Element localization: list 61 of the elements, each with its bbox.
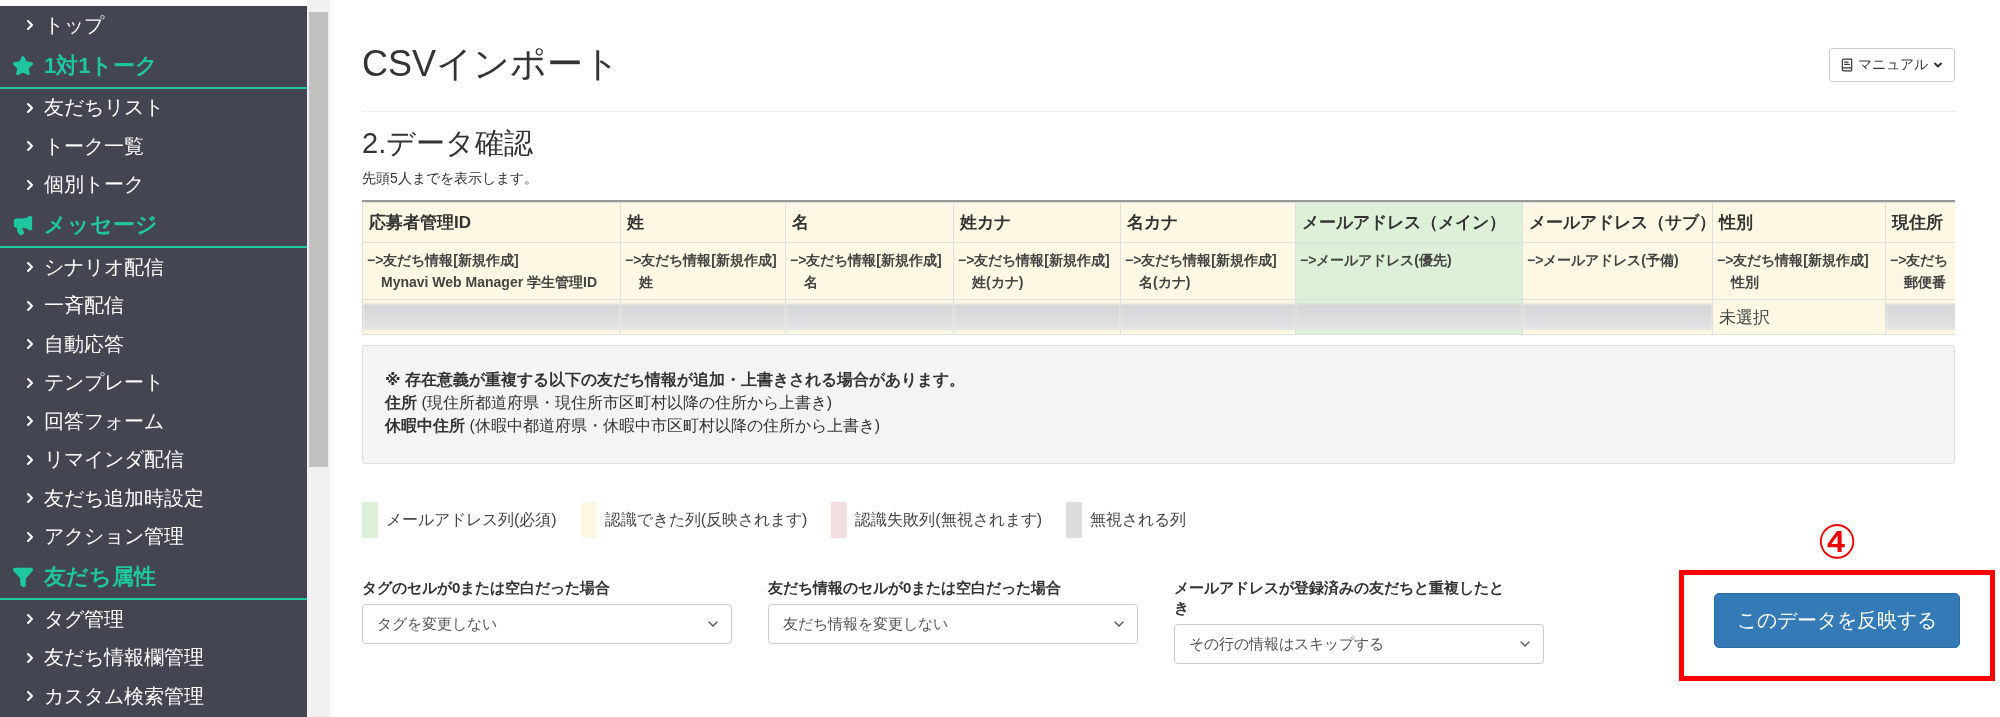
page-title: CSVインポート (362, 42, 621, 86)
mapping-cell: −>メールアドレス(優先) (1295, 242, 1523, 300)
manual-button[interactable]: マニュアル (1829, 47, 1955, 82)
notice-heading: ※ 存在意義が重複する以下の友だち情報が追加・上書きされる場合があります。 (385, 370, 966, 390)
mapping-cell: −>友だち情報[新規作成] 名 (785, 242, 954, 300)
column-header: 応募者管理ID (362, 202, 621, 243)
mapping-cell: −>友だち 郵便番 (1885, 242, 1955, 300)
sidebar-item[interactable]: 個別トーク (0, 165, 307, 204)
sidebar-item[interactable]: カスタム検索管理 (0, 677, 307, 716)
option-label: 友だち情報のセルが0または空白だった場合 (768, 578, 1063, 598)
sidebar-item[interactable]: トップ (0, 6, 307, 45)
column-header: 名カナ (1120, 202, 1296, 243)
option-select[interactable]: 友だち情報を変更しない (768, 604, 1138, 644)
sidebar-item[interactable]: 回答フォーム (0, 402, 307, 441)
apply-button[interactable]: このデータを反映する (1714, 593, 1960, 648)
sidebar-item[interactable]: シナリオ配信 (0, 248, 307, 287)
sidebar-item[interactable]: テンプレート (0, 363, 307, 402)
legend-label: 認識失敗列(無視されます) (855, 509, 1042, 530)
filter-icon (12, 566, 34, 588)
sidebar-item[interactable]: トーク一覧 (0, 127, 307, 166)
notice-line: 休暇中住所 (休暇中都道府県・休暇中市区町村以降の住所から上書き) (385, 416, 882, 436)
section-title: メッセージ (44, 211, 158, 239)
sidebar-item[interactable]: アクション管理 (0, 517, 307, 556)
mapping-cell: −>友だち情報[新規作成] Mynavi Web Manager 学生管理ID (362, 242, 621, 300)
option-label: タグのセルが0または空白だった場合 (362, 578, 612, 598)
legend-label: 認識できた列(反映されます) (604, 509, 808, 530)
scrollbar[interactable] (307, 0, 330, 717)
option-label: メールアドレスが登録済みの友だちと重複したとき (1174, 578, 1505, 618)
column-header: メールアドレス（メイン） (1295, 202, 1523, 243)
mapping-cell: −>友だち情報[新規作成] 姓 (620, 242, 786, 300)
section-title: 2.データ確認 (362, 126, 535, 161)
notice-line: 住所 (現住所都道府県・現住所市区町村以降の住所から上書き) (385, 393, 834, 413)
option-select[interactable]: タグを変更しない (362, 604, 732, 644)
sidebar-item[interactable]: リマインダ配信 (0, 440, 307, 479)
mapping-cell: −>友だち情報[新規作成] 姓(カナ) (953, 242, 1121, 300)
table-note: 先頭5人までを表示します。 (362, 170, 539, 188)
sidebar-item[interactable]: 一斉配信 (0, 286, 307, 325)
book-icon (1840, 57, 1854, 72)
star-icon (12, 54, 34, 77)
mapping-cell: −>メールアドレス(予備) (1522, 242, 1713, 300)
section-title: 友だち属性 (44, 563, 156, 591)
mapping-cell: −>友だち情報[新規作成] 性別 (1712, 242, 1886, 300)
legend-label: 無視される列 (1089, 509, 1186, 530)
sidebar-item[interactable]: 自動応答 (0, 325, 307, 364)
section-title: 1対1トーク (44, 51, 159, 80)
option-select[interactable]: その行の情報はスキップする (1174, 624, 1544, 664)
sidebar-item[interactable]: タグ管理 (0, 600, 307, 639)
column-header: メールアドレス（サブ） (1522, 202, 1713, 243)
column-header: 現住所 (1885, 202, 1955, 243)
column-header: 姓カナ (953, 202, 1121, 243)
sidebar-item[interactable]: 友だち情報欄管理 (0, 638, 307, 677)
column-header: 姓 (620, 202, 786, 243)
sidebar-item[interactable]: 友だち追加時設定 (0, 479, 307, 518)
step-marker: ④ (1816, 516, 1858, 568)
mapping-cell: −>友だち情報[新規作成] 名(カナ) (1120, 242, 1296, 300)
sidebar-item[interactable]: 友だちリスト (0, 88, 307, 127)
table-cell: 未選択 (1712, 299, 1886, 335)
column-header: 性別 (1712, 202, 1886, 243)
column-header: 名 (785, 202, 954, 243)
megaphone-icon (12, 214, 34, 236)
legend-label: メールアドレス列(必須) (386, 509, 557, 530)
